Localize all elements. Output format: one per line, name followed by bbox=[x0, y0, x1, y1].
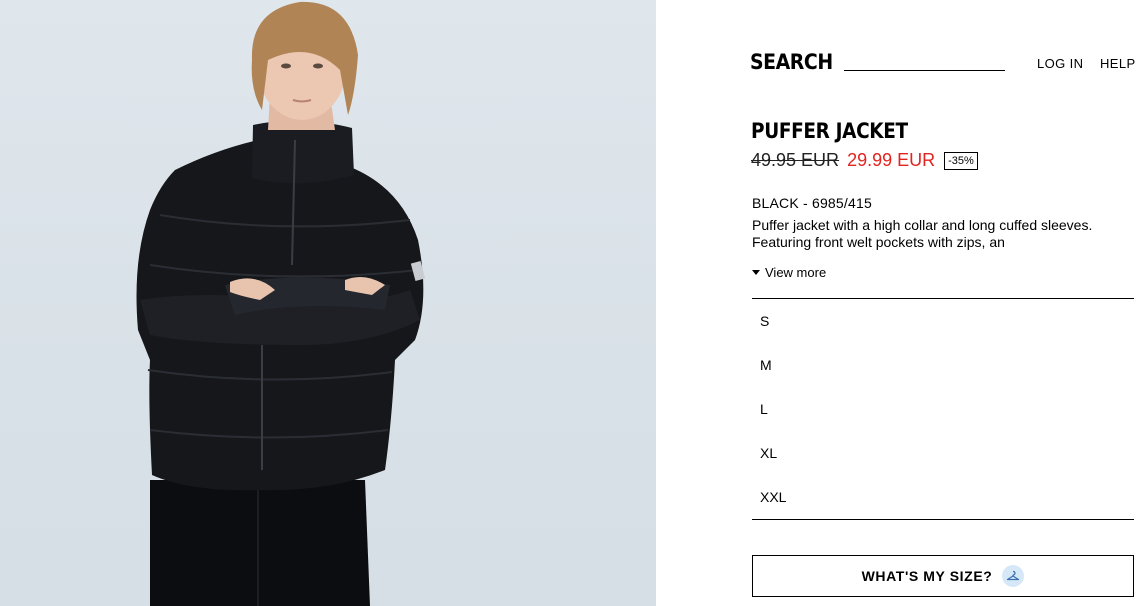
hanger-icon bbox=[1002, 565, 1025, 587]
discount-badge: -35% bbox=[944, 151, 978, 170]
login-link[interactable]: LOG IN bbox=[1037, 56, 1083, 71]
whats-my-size-button[interactable]: WHAT'S MY SIZE? bbox=[752, 555, 1134, 597]
product-image[interactable] bbox=[0, 0, 656, 606]
old-price: 49.95 EUR bbox=[751, 150, 840, 170]
size-option-xxl[interactable]: XXL bbox=[752, 475, 1134, 519]
search-underline[interactable] bbox=[844, 70, 1005, 71]
price-row: 49.95 EUR 29.99 EUR -35% bbox=[751, 150, 978, 171]
sale-price: 29.99 EUR bbox=[847, 150, 936, 170]
view-more-toggle[interactable]: View more bbox=[752, 265, 826, 280]
view-more-label: View more bbox=[765, 265, 827, 280]
size-option-s[interactable]: S bbox=[752, 299, 1134, 343]
size-list: S M L XL XXL bbox=[752, 298, 1134, 520]
product-page: SEARCH LOG IN HELP PUFFER JACKET 49.95 E… bbox=[0, 0, 1136, 606]
product-description: Puffer jacket with a high collar and lon… bbox=[752, 217, 1093, 250]
whats-my-size-label: WHAT'S MY SIZE? bbox=[861, 568, 993, 584]
caret-down-icon bbox=[752, 270, 760, 275]
product-title: PUFFER JACKET bbox=[751, 119, 908, 143]
size-option-m[interactable]: M bbox=[752, 343, 1134, 387]
size-option-xl[interactable]: XL bbox=[752, 431, 1134, 475]
search-link[interactable]: SEARCH bbox=[750, 50, 833, 74]
size-option-l[interactable]: L bbox=[752, 387, 1134, 431]
color-reference: BLACK - 6985/415 bbox=[752, 195, 872, 211]
help-link[interactable]: HELP bbox=[1100, 56, 1136, 71]
